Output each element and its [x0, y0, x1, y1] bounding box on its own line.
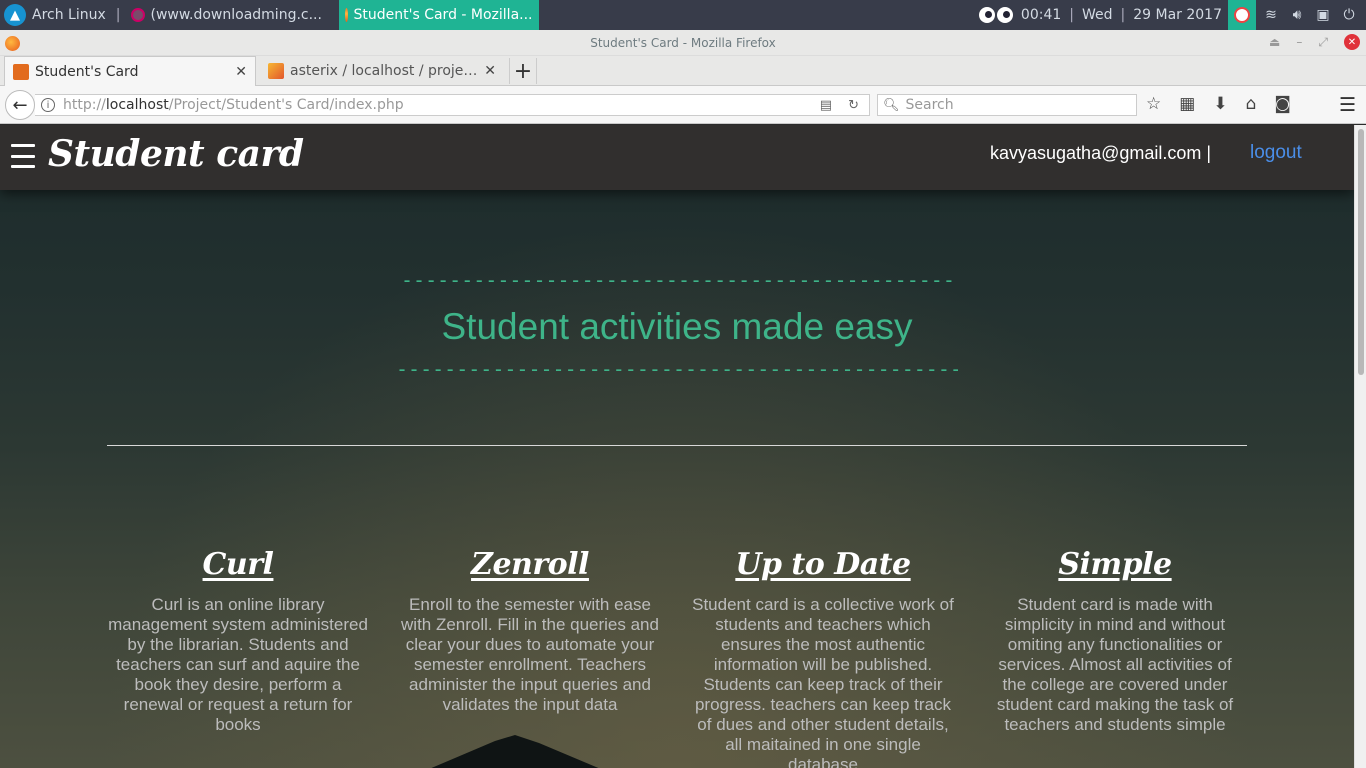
arch-linux-icon[interactable]: ▲ [4, 4, 26, 26]
scrollbar-thumb[interactable] [1358, 129, 1364, 375]
feature-title: Curl [202, 547, 274, 582]
eject-icon[interactable]: ⏏ [1269, 35, 1280, 49]
logout-link[interactable]: logout [1250, 142, 1302, 164]
back-button[interactable]: ← [5, 90, 35, 120]
phpmyadmin-favicon-icon [268, 63, 284, 79]
hamburger-menu-icon[interactable]: ☰ [1339, 94, 1356, 116]
eye-icon [996, 7, 1013, 23]
update-notifier-icon[interactable] [1228, 0, 1256, 30]
tab-phpmyadmin[interactable]: asterix / localhost / project ... ✕ [260, 56, 504, 86]
feature-description: Enroll to the semester with ease with Ze… [401, 595, 659, 714]
site-info-icon[interactable]: i [41, 98, 55, 112]
feature-simple: Simple Student card is made with simplic… [988, 543, 1242, 735]
power-icon[interactable]: ⏻ [1338, 4, 1360, 26]
page-scrollbar[interactable] [1354, 125, 1366, 768]
url-bar[interactable]: i http://localhost/Project/Student's Car… [35, 94, 870, 116]
navigation-toolbar: ← i http://localhost/Project/Student's C… [0, 86, 1366, 124]
tab-students-card[interactable]: Student's Card ✕ [4, 56, 256, 86]
firefox-task-icon [344, 8, 348, 22]
system-tray: 00:41 | Wed | 29 Mar 2017 ≋ 🔊︎ ▣ ⏻ [978, 0, 1366, 30]
feature-description: Student card is a collective work of stu… [692, 595, 954, 768]
section-divider [107, 445, 1247, 446]
tab-strip: Student's Card ✕ asterix / localhost / p… [0, 56, 1366, 86]
bookmark-star-icon[interactable]: ☆ [1146, 94, 1161, 114]
taskbar-task-downloadming[interactable]: (www.downloadming.c... [125, 0, 339, 30]
firefox-icon[interactable] [5, 36, 20, 51]
hero-title: Student activities made easy [441, 306, 913, 347]
search-icon: 🔍︎ [883, 97, 900, 113]
search-bar[interactable]: 🔍︎ Search [877, 94, 1137, 116]
xampp-favicon-icon [13, 63, 29, 80]
tab-title: Student's Card [35, 63, 139, 80]
tab-title: asterix / localhost / project ... [290, 63, 479, 79]
home-icon[interactable]: ⌂ [1246, 94, 1257, 114]
hero-dash-bottom: ----------------------------------------… [396, 357, 958, 381]
task-label: (www.downloadming.c... [150, 7, 322, 23]
clipboard-icon[interactable]: ▣ [1312, 4, 1334, 26]
url-scheme: http:// [63, 97, 106, 113]
system-taskbar: ▲ Arch Linux | (www.downloadming.c... St… [0, 0, 1366, 30]
pocket-icon[interactable]: ◙ [1274, 94, 1291, 114]
url-host: localhost [105, 97, 169, 113]
window-titlebar: Student's Card - Mozilla Firefox ⏏ – ⤢ ✕ [0, 30, 1366, 56]
clock-separator: | [1120, 7, 1126, 23]
feature-description: Student card is made with simplicity in … [996, 595, 1234, 734]
site-header: Student card kavyasugatha@gmail.com | lo… [0, 125, 1354, 190]
clock-day[interactable]: Wed [1078, 0, 1117, 30]
close-window-icon[interactable]: ✕ [1344, 34, 1360, 50]
url-path: /Project/Student's Card/index.php [168, 97, 404, 113]
taskbar-task-firefox[interactable]: Student's Card - Mozilla... [338, 0, 539, 30]
feature-title: Zenroll [471, 547, 589, 582]
new-tab-button[interactable]: + [509, 58, 537, 84]
volume-icon[interactable]: 🔊︎ [1286, 4, 1308, 26]
feature-curl: Curl Curl is an online library managemen… [107, 543, 369, 735]
user-email: kavyasugatha@gmail.com | [990, 143, 1212, 163]
page-viewport: Student card kavyasugatha@gmail.com | lo… [0, 125, 1354, 768]
feature-zenroll: Zenroll Enroll to the semester with ease… [398, 543, 662, 715]
browser-task-icon [130, 8, 145, 22]
feature-up-to-date: Up to Date Student card is a collective … [692, 543, 954, 768]
window-title: Student's Card - Mozilla Firefox [590, 35, 776, 50]
eye-icon [978, 7, 995, 23]
feature-description: Curl is an online library management sys… [108, 595, 368, 734]
site-brand[interactable]: Student card [48, 133, 304, 175]
bookmarks-list-icon[interactable]: ▦ [1179, 94, 1195, 114]
clock-separator: | [1069, 7, 1074, 23]
window-controls: ⏏ – ⤢ ✕ [1269, 34, 1360, 50]
search-placeholder: Search [905, 97, 954, 113]
xeyes-icon [978, 7, 1013, 23]
reader-view-icon[interactable]: ▤ [820, 98, 832, 113]
hero-dash-top: ----------------------------------------… [401, 268, 953, 292]
wifi-icon[interactable]: ≋ [1260, 4, 1282, 26]
downloads-icon[interactable]: ⬇ [1213, 94, 1227, 114]
feature-title: Simple [1058, 547, 1172, 582]
reload-icon[interactable]: ↻ [848, 98, 859, 113]
os-label[interactable]: Arch Linux [32, 0, 112, 30]
clock-time[interactable]: 00:41 [1017, 0, 1065, 30]
taskbar-separator: | [115, 7, 121, 23]
maximize-icon[interactable]: ⤢ [1318, 35, 1328, 50]
task-label: Student's Card - Mozilla... [353, 7, 533, 23]
minimize-icon[interactable]: – [1296, 35, 1302, 49]
feature-title: Up to Date [735, 547, 911, 582]
close-tab-icon[interactable]: ✕ [484, 63, 496, 79]
mountain-silhouette [415, 735, 615, 768]
clock-date[interactable]: 29 Mar 2017 [1129, 0, 1226, 30]
toolbar-icons: ☆ ▦ ⬇ ⌂ ◙ [1146, 94, 1291, 114]
url-bar-icons: ▤ ↻ [820, 98, 859, 113]
close-tab-icon[interactable]: ✕ [235, 64, 247, 80]
site-menu-icon[interactable] [11, 144, 35, 168]
